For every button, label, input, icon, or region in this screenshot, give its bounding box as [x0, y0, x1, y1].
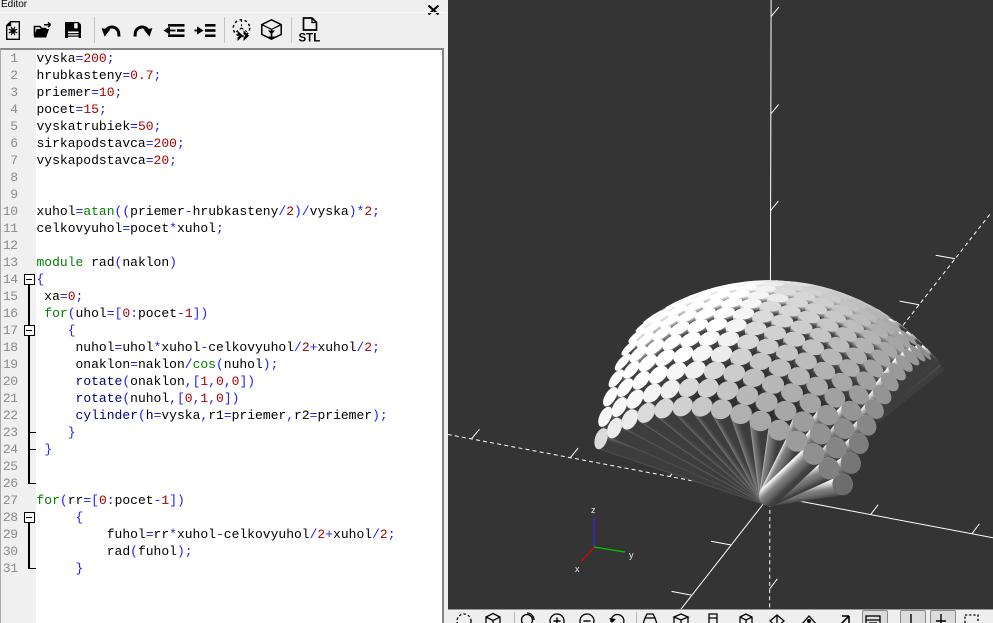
svg-text:y: y: [629, 550, 634, 560]
svg-text:z: z: [591, 505, 596, 515]
svg-text:x: x: [575, 564, 580, 574]
svg-text:STL: STL: [299, 33, 321, 44]
